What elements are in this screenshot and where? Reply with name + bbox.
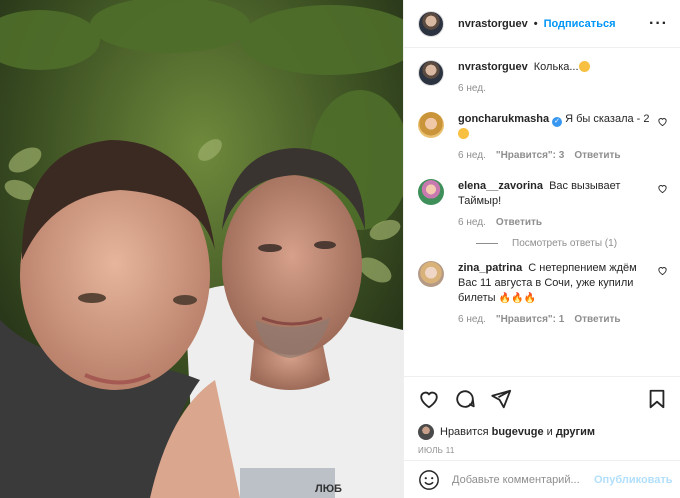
fire-emoji-icon: 🔥🔥🔥: [498, 293, 536, 304]
share-send-icon[interactable]: [490, 388, 512, 410]
verified-badge-icon: ✓: [552, 117, 563, 127]
like-heart-icon[interactable]: [418, 388, 440, 410]
replies-divider: [476, 243, 498, 244]
header-separator: •: [533, 17, 538, 30]
likes-summary: Нравится bugevuge и другим: [404, 420, 680, 442]
comment-body: elena__zavorina Вас вызывает Таймыр! 6 н…: [458, 179, 668, 230]
caption-avatar[interactable]: [418, 60, 444, 86]
comment-body: goncharukmasha ✓ Я бы сказала - 2 6 нед. "…: [458, 112, 668, 163]
commenter-username[interactable]: zina_patrina: [458, 262, 522, 274]
comment-time[interactable]: 6 нед.: [458, 148, 486, 163]
view-replies-button[interactable]: Посмотреть ответы (1): [476, 238, 668, 249]
likes-conj: и: [546, 426, 553, 438]
wink-emoji-icon: [458, 128, 469, 139]
add-comment-bar: Опубликовать: [404, 460, 680, 498]
comment-item: elena__zavorina Вас вызывает Таймыр! 6 н…: [418, 179, 668, 230]
author-username[interactable]: nvrastorguev: [458, 18, 528, 30]
commenter-username[interactable]: goncharukmasha: [458, 113, 549, 125]
post-actions-bar: [404, 376, 680, 420]
emoji-picker-icon[interactable]: [418, 469, 440, 491]
caption: nvrastorguev Колька... 6 нед.: [418, 60, 668, 96]
post-container: ЛЮБ nvrastorguev • Подписаться ··· nvras…: [0, 0, 680, 498]
liker-avatar[interactable]: [418, 424, 434, 440]
caption-body: nvrastorguev Колька... 6 нед.: [458, 60, 668, 96]
post-photo[interactable]: ЛЮБ: [0, 0, 403, 498]
like-comment-heart-icon[interactable]: [657, 265, 668, 276]
commenter-avatar[interactable]: [418, 179, 444, 205]
comment-likes[interactable]: "Нравится": 3: [496, 148, 565, 163]
caption-text: Колька...: [533, 61, 579, 73]
post-date[interactable]: ИЮЛЬ 11: [404, 442, 680, 460]
caption-time[interactable]: 6 нед.: [458, 81, 486, 96]
like-comment-heart-icon[interactable]: [657, 183, 668, 194]
publish-button[interactable]: Опубликовать: [594, 474, 673, 486]
comment-body: zina_patrina С нетерпением ждём Вас 11 а…: [458, 261, 668, 327]
commenter-avatar[interactable]: [418, 261, 444, 287]
comment-likes[interactable]: "Нравится": 1: [496, 312, 565, 327]
like-comment-heart-icon[interactable]: [657, 116, 668, 127]
post-header: nvrastorguev • Подписаться ···: [404, 0, 680, 48]
reply-button[interactable]: Ответить: [574, 148, 620, 163]
comment-time[interactable]: 6 нед.: [458, 312, 486, 327]
shirt-print-text: ЛЮБ: [315, 483, 342, 495]
comment-text: Я бы сказала - 2: [565, 113, 650, 125]
reply-button[interactable]: Ответить: [496, 215, 542, 230]
likes-others-link[interactable]: другим: [556, 426, 595, 438]
comment-meta: 6 нед. Ответить: [458, 215, 650, 230]
author-avatar[interactable]: [418, 10, 444, 37]
commenter-username[interactable]: elena__zavorina: [458, 180, 543, 192]
caption-username[interactable]: nvrastorguev: [458, 61, 528, 73]
liker-username[interactable]: bugevuge: [492, 426, 544, 438]
follow-button[interactable]: Подписаться: [544, 18, 616, 30]
comment-bubble-icon[interactable]: [454, 388, 476, 410]
photo-illustration: ЛЮБ: [0, 0, 403, 498]
comment-time[interactable]: 6 нед.: [458, 215, 486, 230]
comment-item: zina_patrina С нетерпением ждём Вас 11 а…: [418, 261, 668, 327]
comments-list[interactable]: nvrastorguev Колька... 6 нед. goncharukm…: [404, 48, 680, 376]
ellipsis-icon[interactable]: ···: [649, 15, 668, 31]
likes-prefix: Нравится: [440, 426, 489, 438]
post-side-panel: nvrastorguev • Подписаться ··· nvrastorg…: [403, 0, 680, 498]
reply-button[interactable]: Ответить: [574, 312, 620, 327]
commenter-avatar[interactable]: [418, 112, 444, 138]
comment-meta: 6 нед. "Нравится": 3 Ответить: [458, 148, 650, 163]
caption-meta: 6 нед.: [458, 81, 650, 96]
comment-meta: 6 нед. "Нравится": 1 Ответить: [458, 312, 650, 327]
comment-input[interactable]: [452, 473, 594, 486]
bookmark-save-icon[interactable]: [646, 388, 668, 410]
view-replies-label: Посмотреть ответы (1): [512, 238, 618, 249]
comment-item: goncharukmasha ✓ Я бы сказала - 2 6 нед. "…: [418, 112, 668, 163]
smile-emoji-icon: [578, 61, 590, 72]
